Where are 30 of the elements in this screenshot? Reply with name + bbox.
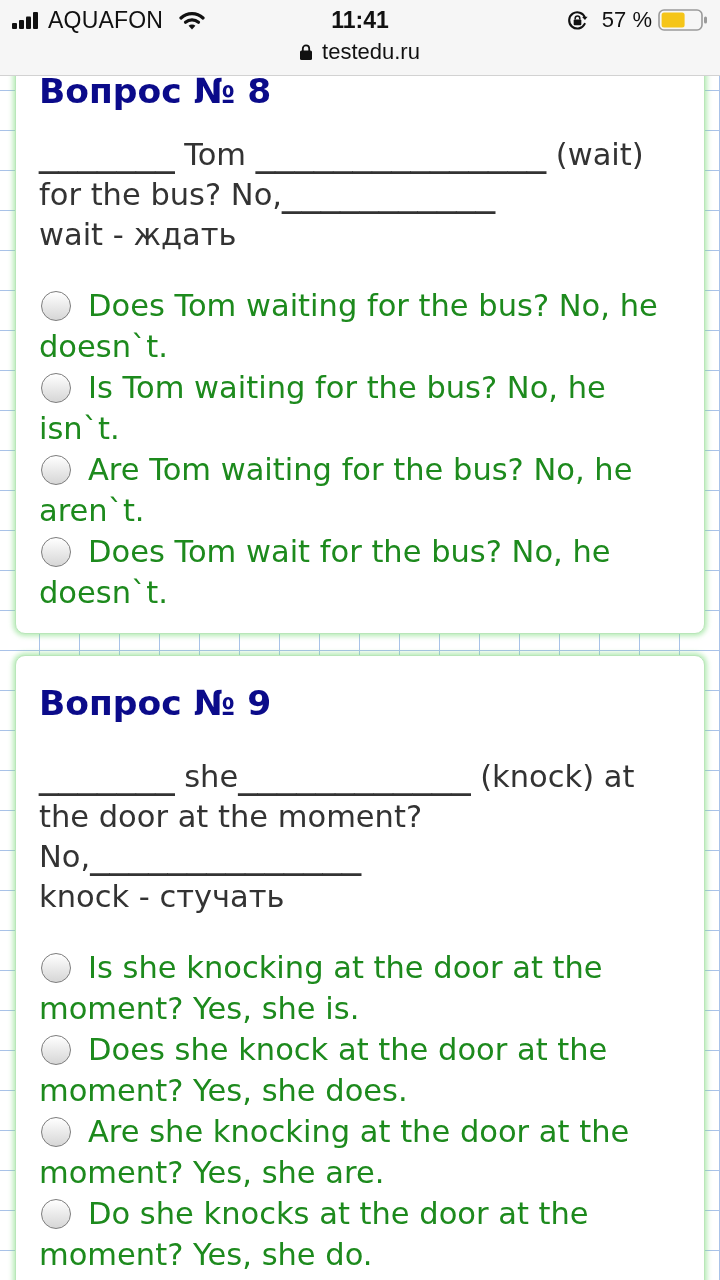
word-hint: wait - ждать: [39, 216, 238, 254]
answer-option[interactable]: Are she knocking at the door at the moment? Yes, she are.: [39, 1111, 685, 1193]
rotation-lock-icon: [565, 8, 589, 32]
question-text: _______ Tom _______________ (wait) for the bus? No,___________: [39, 135, 645, 215]
answer-option[interactable]: Do she knocks at the door at the moment? Yes, she do.: [39, 1193, 685, 1275]
word-hint: knock - стучать: [39, 878, 286, 916]
answer-option[interactable]: Are Tom waiting for the bus? No, he aren`t.: [39, 449, 685, 531]
battery-icon: [658, 9, 708, 31]
radio-button[interactable]: [41, 373, 71, 403]
carrier-name: AQUAFON: [48, 6, 164, 34]
radio-button[interactable]: [41, 953, 71, 983]
radio-button[interactable]: [41, 1117, 71, 1147]
question-text: _______ she____________ (knock) at the door at the moment? No,______________: [39, 757, 636, 877]
lock-icon: [300, 44, 313, 60]
answer-option[interactable]: Is she knocking at the door at the moment? Yes, she is.: [39, 947, 685, 1029]
radio-button[interactable]: [41, 455, 71, 485]
answer-option[interactable]: Does Tom wait for the bus? No, he doesn`t.: [39, 531, 685, 613]
signal-icon: [12, 11, 39, 29]
radio-button[interactable]: [41, 1035, 71, 1065]
answer-option[interactable]: Is Tom waiting for the bus? No, he isn`t.: [39, 367, 685, 449]
answer-option[interactable]: Does Tom waiting for the bus? No, he doesn`t.: [39, 285, 685, 367]
clock-time: 11:41: [331, 6, 389, 34]
question-title: Вопрос № 9: [39, 683, 273, 723]
radio-button[interactable]: [41, 1199, 71, 1229]
radio-button[interactable]: [41, 291, 71, 321]
battery-percent: 57 %: [601, 7, 652, 33]
radio-button[interactable]: [41, 537, 71, 567]
wifi-icon: [179, 10, 206, 30]
answer-option[interactable]: Does she knock at the door at the moment? Yes, she does.: [39, 1029, 685, 1111]
page-url: testedu.ru: [322, 39, 420, 65]
